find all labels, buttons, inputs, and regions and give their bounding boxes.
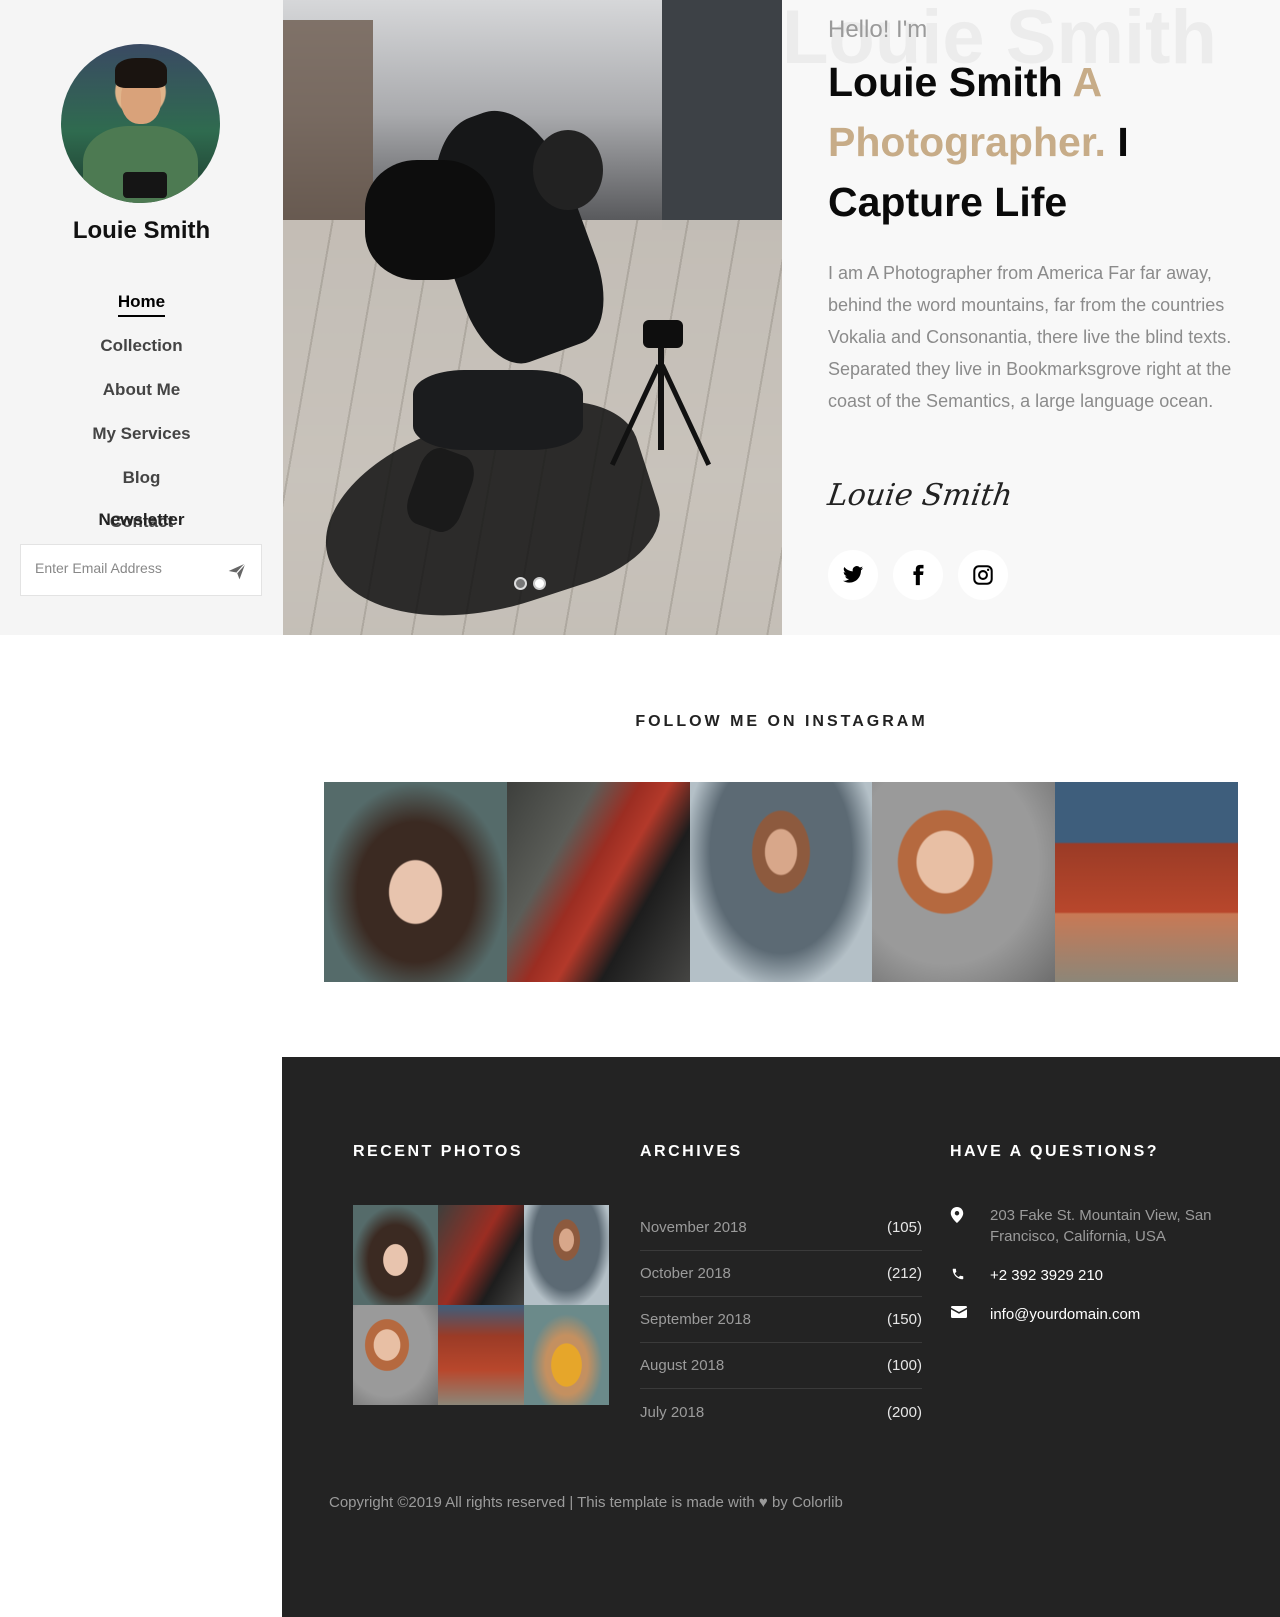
intro: Louie Smith Hello! I'm Louie Smith A Pho… [782,0,1280,635]
instagram-photo[interactable] [506,782,690,982]
recent-photo[interactable] [523,1205,609,1305]
archive-month: November 2018 [640,1219,747,1236]
sidebar: Louie Smith Home Collection About Me My … [0,0,283,635]
nav-collection[interactable]: Collection [0,334,283,378]
email-input[interactable] [33,559,213,577]
archive-count: (200) [886,1403,922,1421]
archive-count: (105) [886,1219,922,1236]
paper-plane-icon[interactable] [227,561,247,581]
contact-email[interactable]: info@yourdomain.com [990,1304,1140,1325]
contact-title: HAVE A QUESTIONS? [950,1143,1160,1160]
hello-text: Hello! I'm [828,16,928,43]
headline-name: Louie Smith [828,59,1063,105]
nav-home-label: Home [117,292,166,317]
facebook-icon[interactable] [893,550,943,600]
slider-dot-2[interactable] [533,577,546,590]
sidebar-name: Louie Smith [72,217,211,244]
nav-about-me[interactable]: About Me [0,378,283,422]
contact-phone[interactable]: +2 392 3929 210 [990,1265,1103,1286]
instagram-photo[interactable] [689,782,873,982]
twitter-icon[interactable] [828,550,878,600]
recent-photo[interactable] [353,1305,439,1405]
archives-title: ARCHIVES [640,1143,743,1160]
archive-count: (100) [886,1357,922,1374]
footer: RECENT PHOTOS ARCHIVES November 2018 (105… [282,1057,1280,1617]
map-marker-icon [950,1207,964,1223]
archive-count: (150) [886,1311,922,1328]
contact-info: 203 Fake St. Mountain View, San Francisc… [950,1205,1250,1343]
slider-dot-1[interactable] [514,577,527,590]
envelope-icon [951,1306,967,1318]
recent-photo[interactable] [353,1205,439,1305]
instagram-gallery [324,782,1238,982]
archive-month: July 2018 [640,1403,705,1421]
social-links [828,550,1008,600]
archive-row[interactable]: November 2018 (105) [640,1205,922,1251]
instagram-photo[interactable] [1055,782,1238,982]
archive-row[interactable]: July 2018 (200) [640,1389,922,1435]
nav-home[interactable]: Home [0,290,283,334]
hero-image [283,0,782,635]
recent-photos-grid [353,1205,609,1405]
newsletter-title: Newsletter [98,510,185,529]
recent-photos-title: RECENT PHOTOS [353,1143,523,1160]
slider-dots [514,577,546,590]
nav-blog[interactable]: Blog [0,466,283,510]
archive-row[interactable]: September 2018 (150) [640,1297,922,1343]
heart-icon: ♥ [758,1494,768,1511]
instagram-title: FOLLOW ME ON INSTAGRAM [635,713,928,730]
instagram-icon[interactable] [958,550,1008,600]
archives-list: November 2018 (105) October 2018 (212) Sep… [640,1205,922,1435]
archive-month: October 2018 [640,1265,731,1282]
newsletter-form [20,544,262,596]
instagram-photo[interactable] [872,782,1056,982]
recent-photo[interactable] [438,1305,524,1405]
recent-photo[interactable] [438,1205,524,1305]
nav-my-services[interactable]: My Services [0,422,283,466]
avatar [61,44,220,203]
copyright: Copyright ©2019 All rights reserved | Th… [329,1494,843,1511]
archive-count: (212) [886,1265,922,1282]
archive-row[interactable]: October 2018 (212) [640,1251,922,1297]
recent-photo[interactable] [523,1305,609,1405]
colorlib-link[interactable]: by Colorlib [772,1494,843,1511]
contact-address: 203 Fake St. Mountain View, San Francisc… [990,1207,1212,1245]
copyright-text: Copyright ©2019 All rights reserved | Th… [329,1494,755,1511]
signature: Louie Smith [825,478,1015,513]
archive-row[interactable]: August 2018 (100) [640,1343,922,1389]
instagram-photo[interactable] [324,782,507,982]
headline: Louie Smith A Photographer. I Capture Li… [828,52,1248,232]
archive-month: September 2018 [640,1311,751,1328]
phone-icon [952,1268,964,1280]
intro-description: I am A Photographer from America Far far… [828,263,1232,411]
archive-month: August 2018 [640,1357,725,1374]
